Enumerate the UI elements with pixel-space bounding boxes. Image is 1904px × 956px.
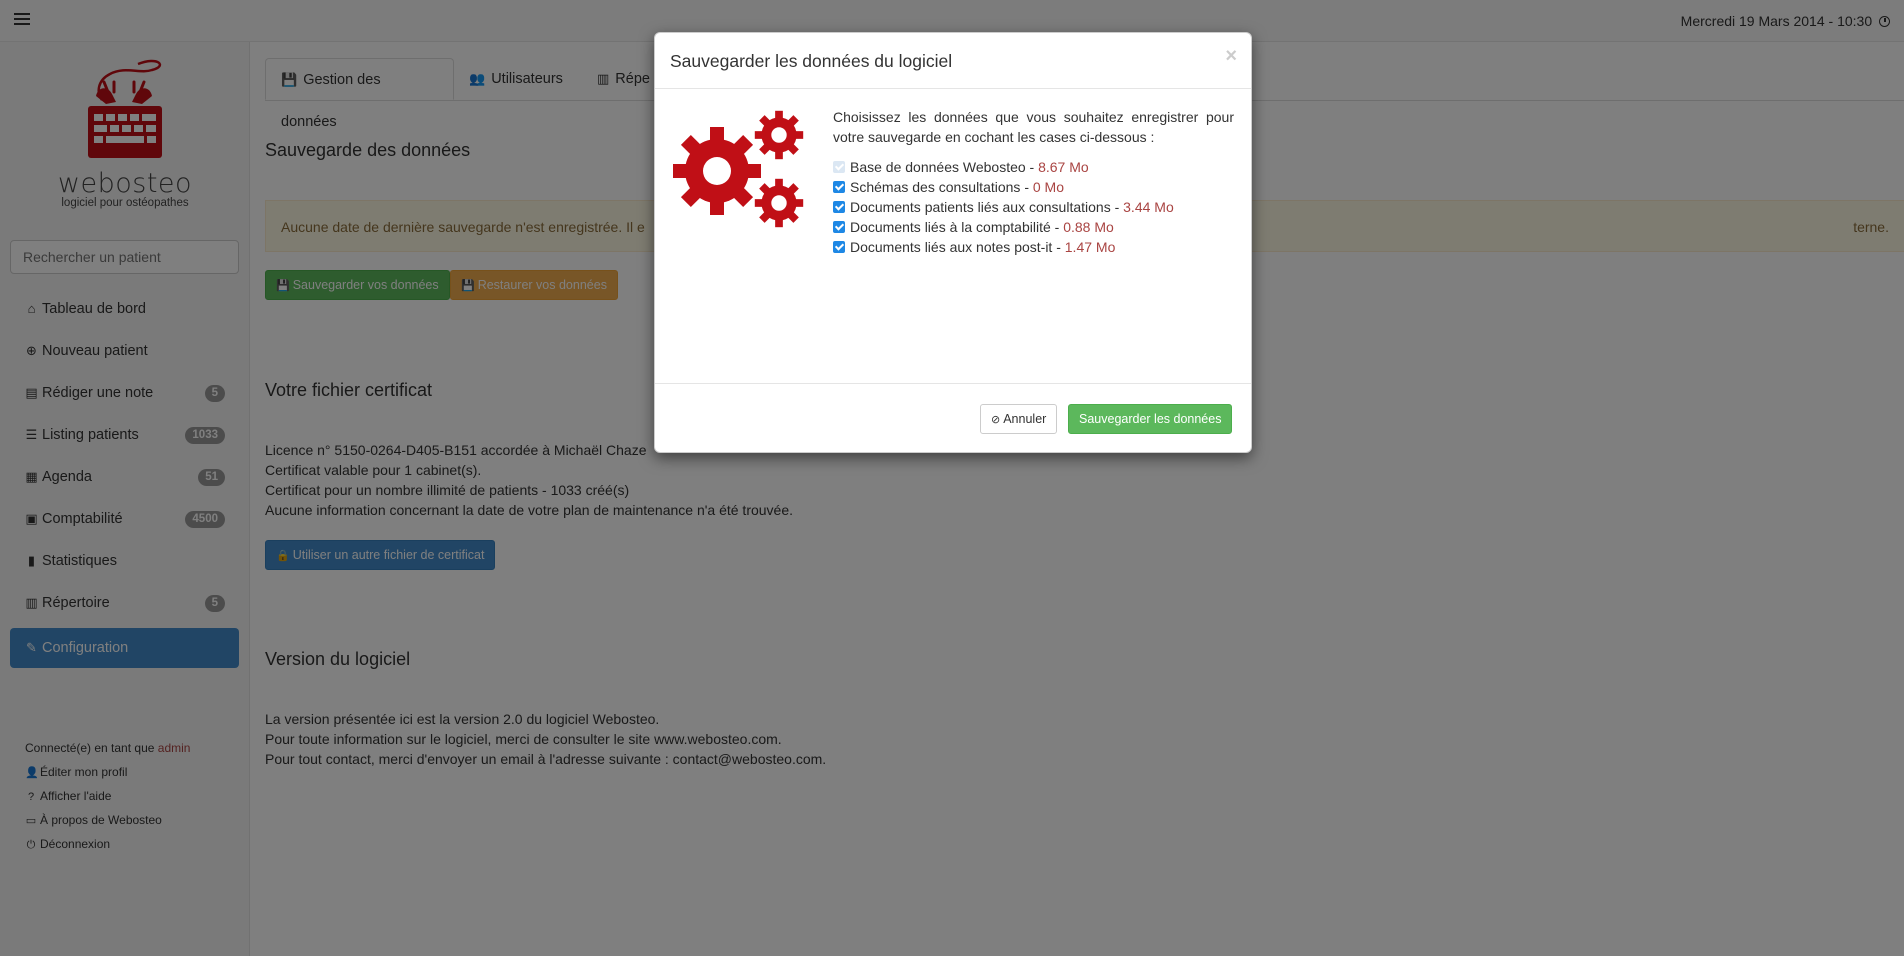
option-size: 1.47 Mo [1064,239,1116,255]
option-label: Schémas des consultations - [850,179,1033,195]
gears-icon [673,110,804,228]
backup-modal: Sauvegarder les données du logiciel × Ch… [654,32,1252,453]
close-icon[interactable]: × [1225,45,1237,68]
option-postit-documents: Documents liés aux notes post-it - 1.47 … [833,237,1174,257]
checkbox-database [833,161,845,173]
option-schemas: Schémas des consultations - 0 Mo [833,177,1174,197]
modal-intro-text: Choisissez les données que vous souhaite… [833,109,1234,145]
option-patient-documents: Documents patients liés aux consultation… [833,197,1174,217]
cancel-label: Annuler [1003,412,1047,426]
checkbox-patient-documents[interactable] [833,201,845,213]
modal-title: Sauvegarder les données du logiciel [670,51,953,71]
option-size: 0.88 Mo [1063,219,1114,235]
option-label: Documents patients liés aux consultation… [850,199,1124,215]
backup-options: Base de données Webosteo - 8.67 Mo Schém… [833,157,1174,257]
option-label: Documents liés à la comptabilité - [850,219,1064,235]
option-size: 8.67 Mo [1038,159,1089,175]
option-database: Base de données Webosteo - 8.67 Mo [833,157,1174,177]
cancel-button[interactable]: ⊘ Annuler [980,404,1058,434]
modal-header: Sauvegarder les données du logiciel × [655,33,1251,89]
option-size: 3.44 Mo [1123,199,1174,215]
confirm-save-label: Sauvegarder les données [1079,412,1222,426]
option-size: 0 Mo [1032,179,1064,195]
option-label: Documents liés aux notes post-it - [850,239,1065,255]
option-label: Base de données Webosteo - [850,159,1039,175]
ban-icon: ⊘ [991,414,1001,426]
option-accounting-documents: Documents liés à la comptabilité - 0.88 … [833,217,1174,237]
checkbox-postit-documents[interactable] [833,241,845,253]
confirm-save-button[interactable]: Sauvegarder les données [1068,404,1233,434]
modal-footer-divider [655,383,1251,384]
checkbox-accounting-documents[interactable] [833,221,845,233]
checkbox-schemas[interactable] [833,181,845,193]
